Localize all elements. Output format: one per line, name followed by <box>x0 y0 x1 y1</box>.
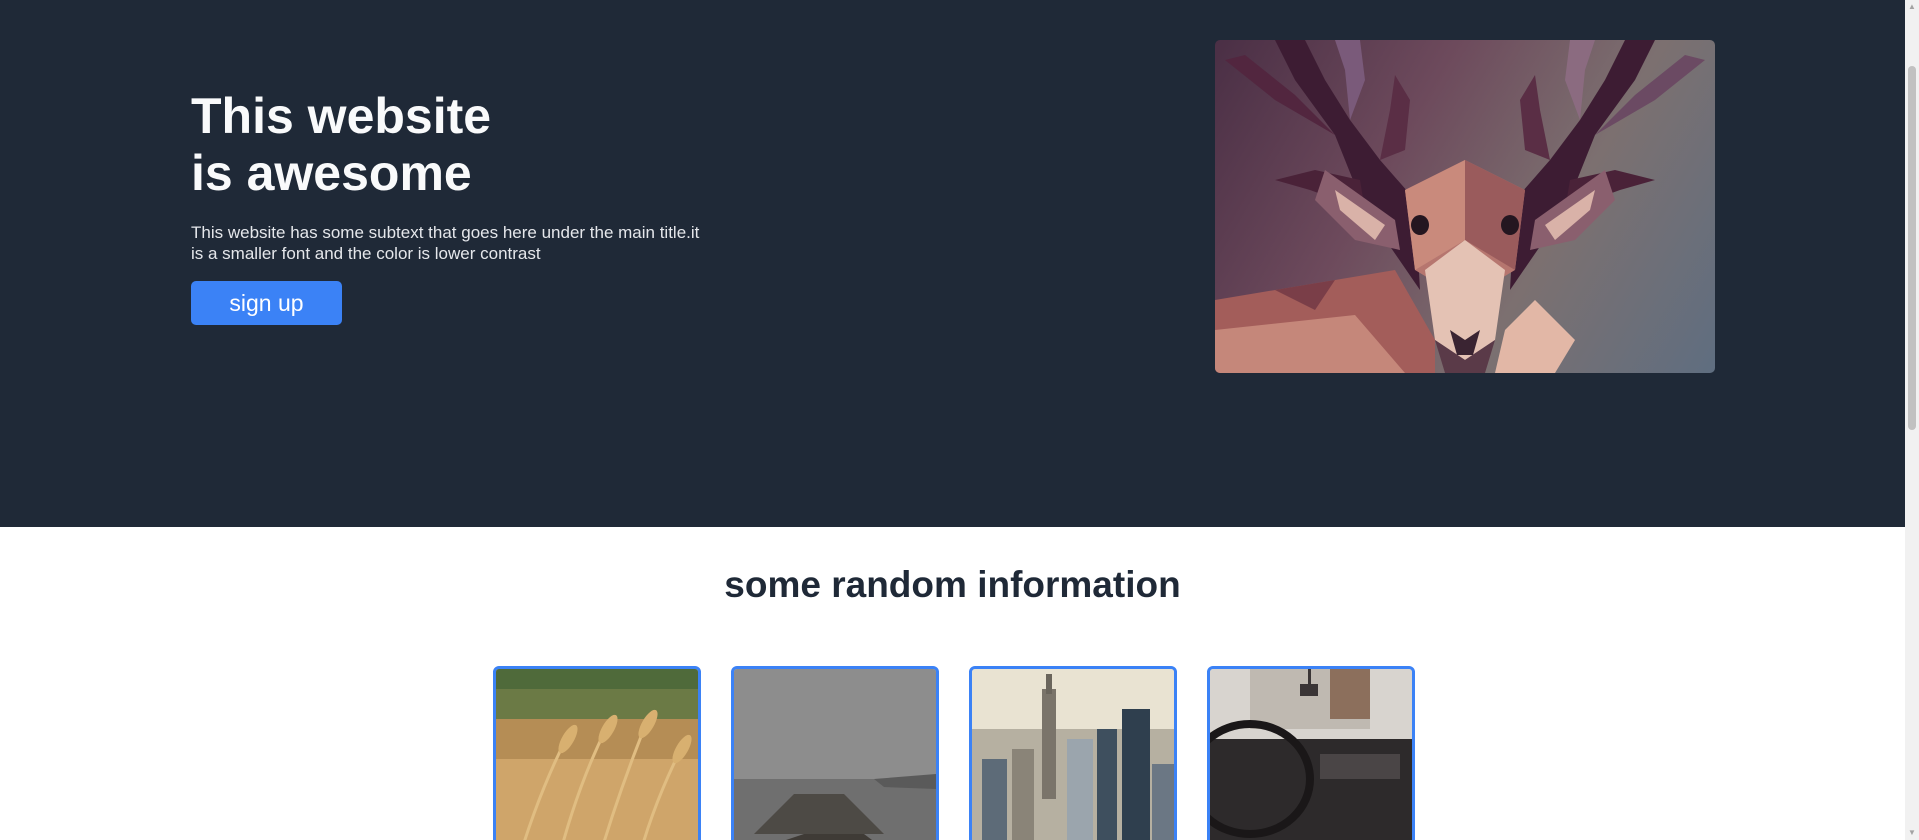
wheat-field-icon <box>496 669 698 840</box>
hero-subtext: This website has some subtext that goes … <box>191 223 700 263</box>
card-city[interactable] <box>969 666 1177 840</box>
hero-title-line-2: is awesome <box>191 145 472 201</box>
car-interior-icon <box>1210 669 1412 840</box>
hero-title: This website is awesome <box>191 88 491 202</box>
section-title: some random information <box>724 564 1181 605</box>
hero-title-line-1: This website <box>191 88 492 144</box>
scrollbar-thumb[interactable] <box>1908 66 1916 430</box>
scroll-down-icon[interactable]: ▼ <box>1905 826 1919 840</box>
city-skyline-icon <box>972 669 1174 840</box>
scrollbar[interactable]: ▲ ▼ <box>1905 0 1919 840</box>
card-pier[interactable] <box>731 666 939 840</box>
scroll-up-icon[interactable]: ▲ <box>1905 0 1919 14</box>
deer-lowpoly-icon <box>1215 40 1705 373</box>
deer-image <box>1215 40 1715 373</box>
card-wheat[interactable] <box>493 666 701 840</box>
card-car[interactable] <box>1207 666 1415 840</box>
foggy-pier-icon <box>734 669 936 840</box>
signup-button[interactable]: sign up <box>191 281 342 325</box>
hero-section: This website is awesome This website has… <box>0 0 1905 527</box>
